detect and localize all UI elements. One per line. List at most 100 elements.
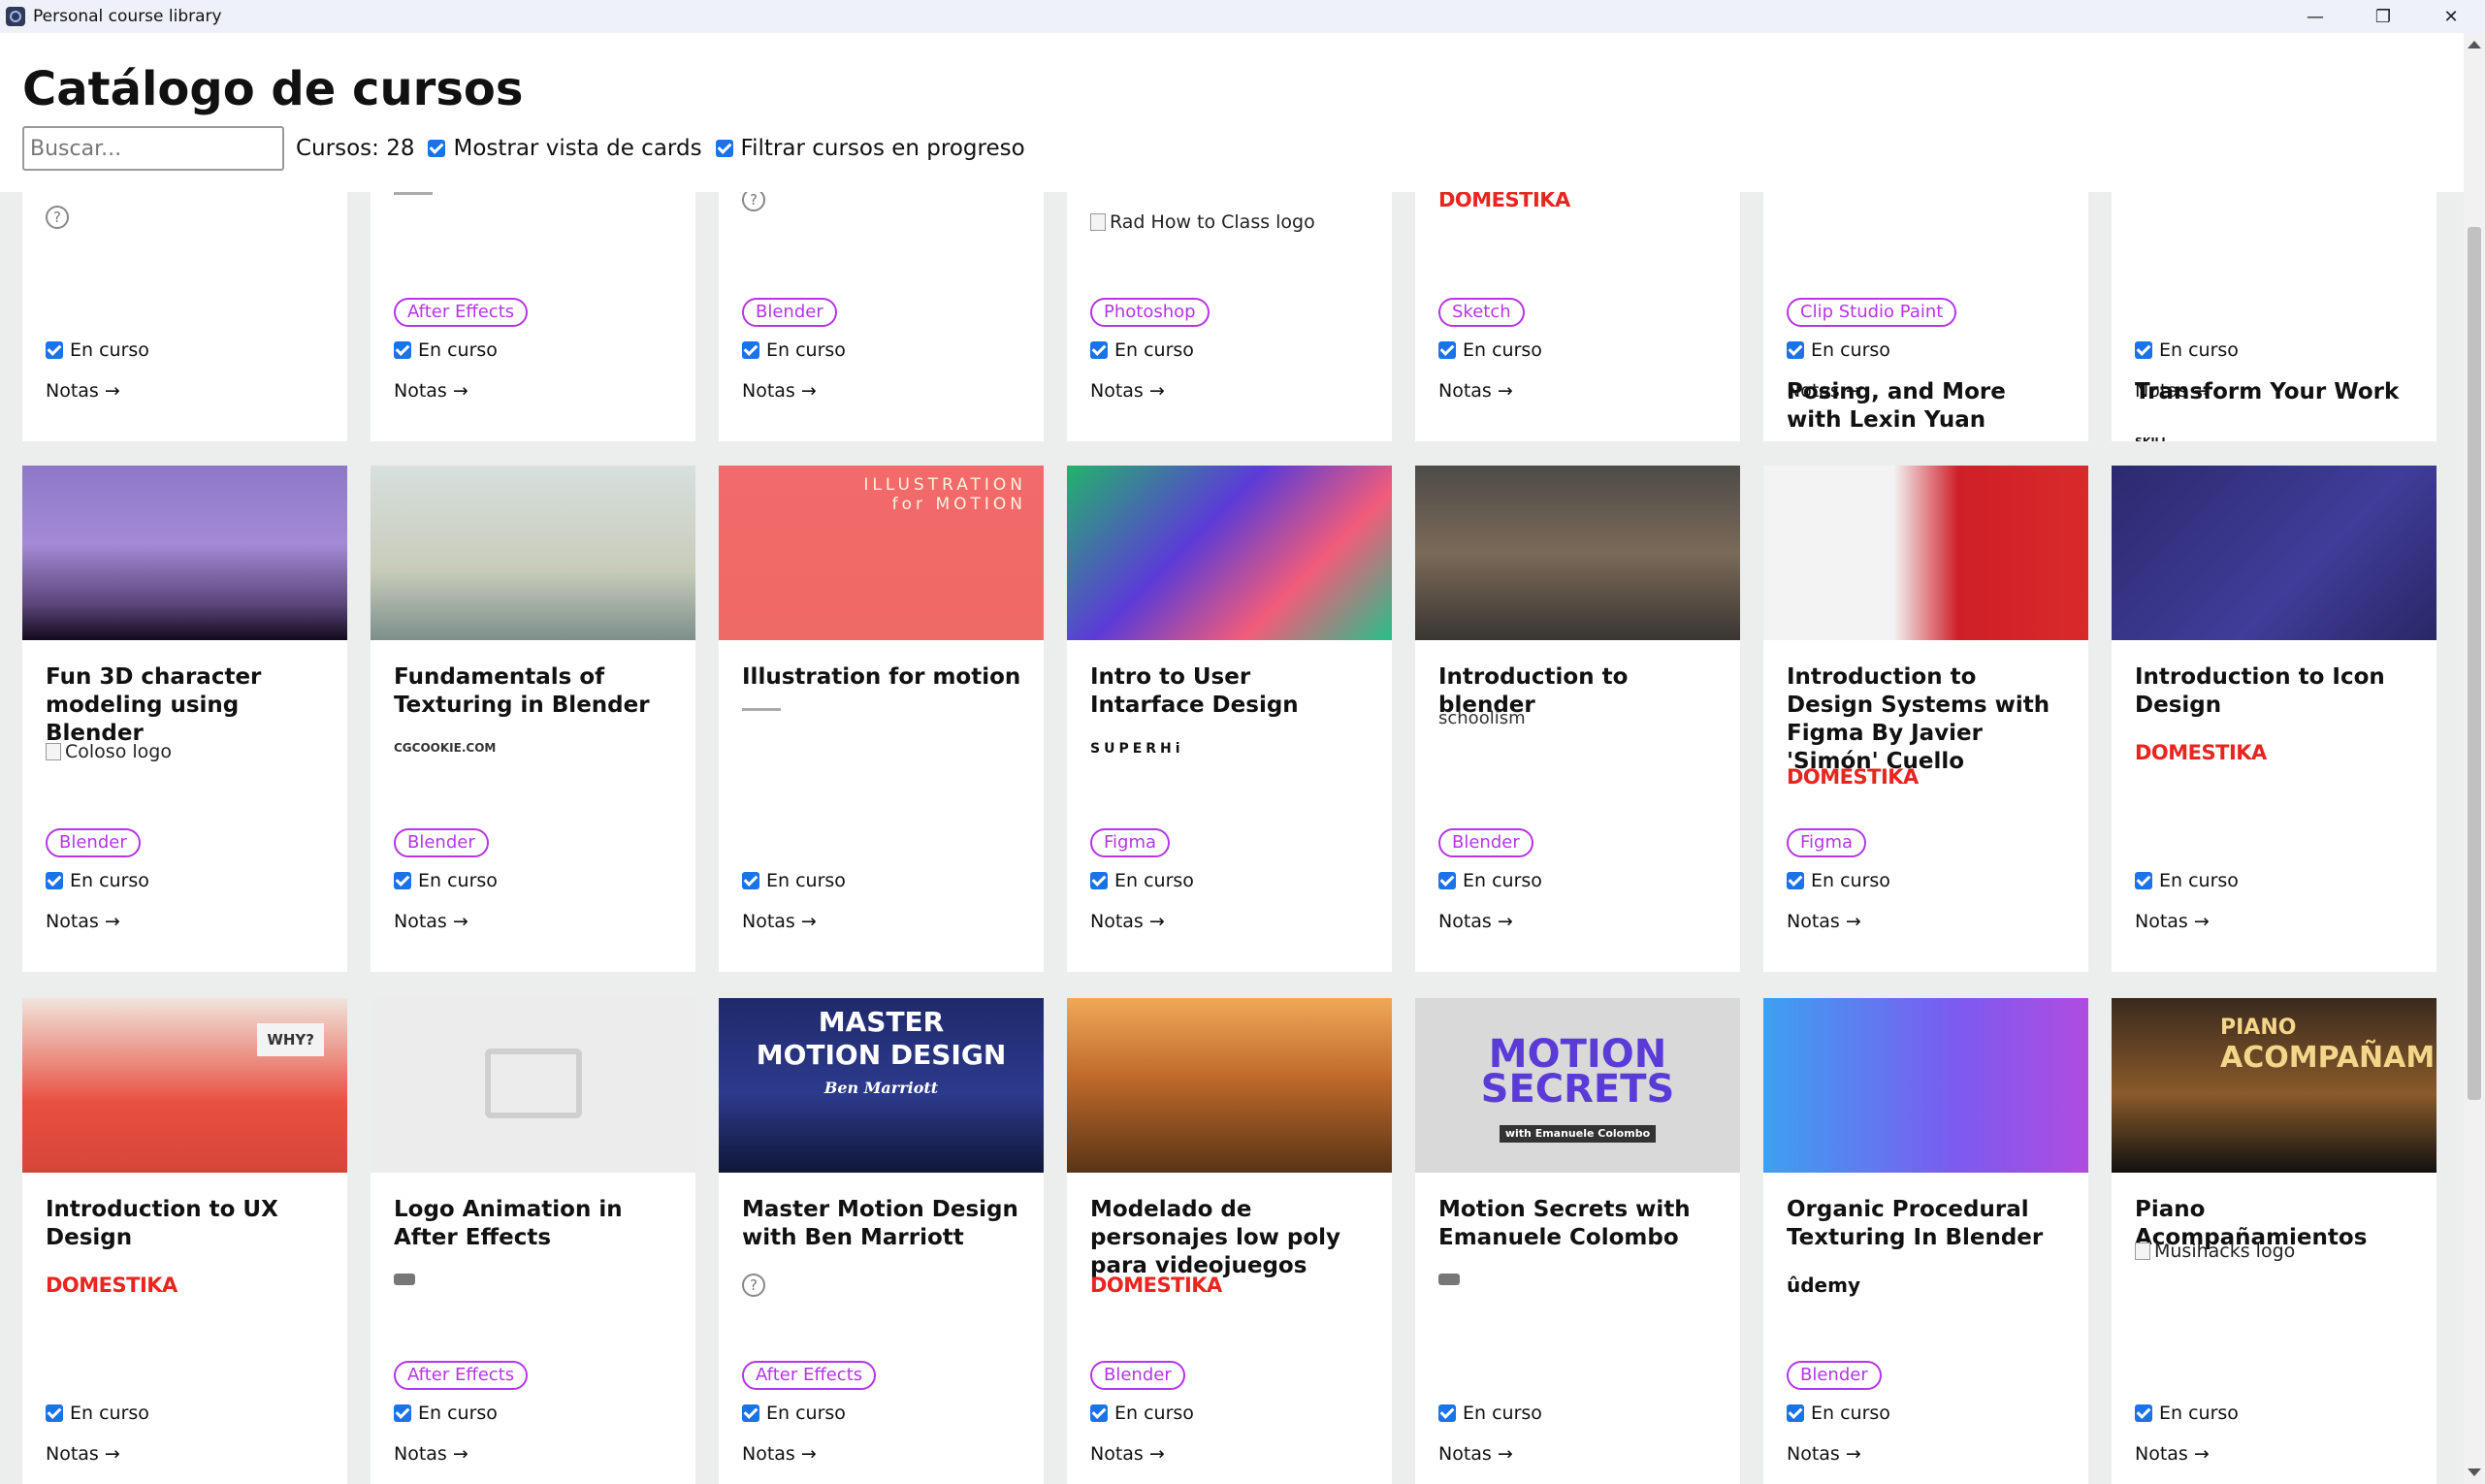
course-title[interactable]: Master Motion Design with Ben Marriott	[742, 1196, 1023, 1252]
course-card[interactable]: Transform Your WorkSKILL share.En cursoN…	[2112, 192, 2437, 441]
notes-link[interactable]: Notas →	[1438, 380, 1513, 402]
in-progress-checkbox[interactable]	[1438, 1404, 1456, 1422]
in-progress-toggle[interactable]: En curso	[1787, 870, 1890, 891]
software-tag[interactable]: Blender	[46, 828, 141, 857]
course-card[interactable]: ILLUSTRATION for MOTION Illustration for m…	[719, 466, 1044, 972]
course-thumbnail[interactable]: MASTER MOTION DESIGN Ben Marriott	[719, 998, 1044, 1173]
notes-link[interactable]: Notas →	[394, 911, 468, 932]
software-tag[interactable]: Blender	[1787, 1361, 1882, 1390]
course-thumbnail[interactable]	[1067, 998, 1392, 1173]
search-input[interactable]	[22, 126, 284, 171]
card-view-checkbox[interactable]	[428, 140, 446, 157]
notes-link[interactable]: Notas →	[742, 380, 817, 402]
course-thumbnail[interactable]	[2112, 466, 2437, 640]
in-progress-toggle[interactable]: En curso	[46, 870, 149, 891]
in-progress-toggle[interactable]: En curso	[46, 339, 149, 361]
notes-link[interactable]: Notas →	[46, 380, 120, 402]
in-progress-toggle[interactable]: En curso	[394, 870, 498, 891]
course-thumbnail[interactable]	[1067, 466, 1392, 640]
course-card[interactable]: WHY? Introduction to UX Design DOMESTIKA En…	[22, 998, 347, 1484]
course-thumbnail[interactable]	[1763, 998, 2088, 1173]
course-card[interactable]: Organic Procedural Texturing In Blender û…	[1763, 998, 2088, 1484]
software-tag[interactable]: Blender	[742, 298, 837, 327]
in-progress-checkbox[interactable]	[394, 1404, 411, 1422]
notes-link[interactable]: Notas →	[1787, 380, 1861, 402]
software-tag[interactable]: Blender	[1090, 1361, 1185, 1390]
notes-link[interactable]: Notas →	[1438, 911, 1513, 932]
in-progress-toggle[interactable]: En curso	[742, 870, 846, 891]
in-progress-toggle[interactable]: En curso	[1090, 339, 1194, 361]
course-card[interactable]: Introduction to blender schoolism Blender E…	[1415, 466, 1740, 972]
course-card[interactable]: MASTER MOTION DESIGN Ben Marriott Master Mo…	[719, 998, 1044, 1484]
in-progress-checkbox[interactable]	[46, 1404, 63, 1422]
in-progress-checkbox[interactable]	[46, 872, 63, 889]
course-card[interactable]: Intro to User Intarface Design SUPERHi Fig…	[1067, 466, 1392, 972]
in-progress-checkbox[interactable]	[1090, 341, 1108, 359]
notes-link[interactable]: Notas →	[742, 1443, 817, 1465]
in-progress-checkbox[interactable]	[1787, 1404, 1804, 1422]
course-card[interactable]: MOTION SECRETS with Emanuele Colombo Motion…	[1415, 998, 1740, 1484]
course-thumbnail[interactable]	[22, 466, 347, 640]
vertical-scrollbar[interactable]	[2464, 33, 2485, 1484]
in-progress-checkbox[interactable]	[1438, 341, 1456, 359]
course-card[interactable]: DOMESTIKA Sketch En curso Notas →	[1415, 192, 1740, 441]
notes-link[interactable]: Notas →	[1090, 911, 1165, 932]
course-title[interactable]: Logo Animation in After Effects	[394, 1196, 675, 1252]
in-progress-checkbox[interactable]	[2135, 872, 2152, 889]
course-thumbnail[interactable]: PIANOACOMPAÑAMIENTOS	[2112, 998, 2437, 1173]
in-progress-checkbox[interactable]	[1090, 872, 1108, 889]
course-card[interactable]: Fundamentals of Texturing in Blender CGCO…	[371, 466, 695, 972]
in-progress-checkbox[interactable]	[1787, 872, 1804, 889]
in-progress-checkbox[interactable]	[1787, 341, 1804, 359]
in-progress-toggle[interactable]: En curso	[2135, 1403, 2239, 1424]
course-title[interactable]: Modelado de personajes low poly para vid…	[1090, 1196, 1372, 1280]
in-progress-toggle[interactable]: En curso	[394, 1403, 498, 1424]
course-title[interactable]: Introduction to Design Systems with Figm…	[1787, 663, 2068, 776]
in-progress-checkbox[interactable]	[46, 341, 63, 359]
scroll-down-icon[interactable]	[2468, 1468, 2481, 1476]
notes-link[interactable]: Notas →	[1090, 1443, 1165, 1465]
in-progress-checkbox[interactable]	[1438, 872, 1456, 889]
in-progress-toggle[interactable]: En curso	[1438, 339, 1542, 361]
in-progress-checkbox[interactable]	[394, 872, 411, 889]
software-tag[interactable]: Blender	[1438, 828, 1533, 857]
notes-link[interactable]: Notas →	[394, 380, 468, 402]
in-progress-toggle[interactable]: En curso	[1438, 1403, 1542, 1424]
software-tag[interactable]: Figma	[1787, 828, 1867, 857]
course-card[interactable]: Rad How to Class logo Photoshop En curso No…	[1067, 192, 1392, 441]
course-thumbnail[interactable]	[371, 466, 695, 640]
course-thumbnail[interactable]	[1763, 466, 2088, 640]
restore-icon[interactable]: ❐	[2349, 0, 2417, 33]
notes-link[interactable]: Notas →	[2135, 911, 2210, 932]
in-progress-toggle[interactable]: En curso	[1090, 870, 1194, 891]
software-tag[interactable]: After Effects	[742, 1361, 877, 1390]
in-progress-checkbox[interactable]	[2135, 1404, 2152, 1422]
notes-link[interactable]: Notas →	[742, 911, 817, 932]
course-thumbnail[interactable]: MOTION SECRETS with Emanuele Colombo	[1415, 998, 1740, 1173]
course-thumbnail[interactable]	[371, 998, 695, 1173]
notes-link[interactable]: Notas →	[1090, 380, 1165, 402]
course-thumbnail[interactable]: WHY?	[22, 998, 347, 1173]
course-title[interactable]: Fun 3D character modeling using Blender	[46, 663, 327, 748]
course-card[interactable]: Logo Animation in After Effects After Eff…	[371, 998, 695, 1484]
toggle-progress-filter[interactable]: Filtrar cursos en progreso	[715, 136, 1025, 161]
scroll-thumb[interactable]	[2468, 227, 2481, 1100]
minimize-icon[interactable]: —	[2281, 0, 2349, 33]
notes-link[interactable]: Notas →	[2135, 380, 2210, 402]
in-progress-toggle[interactable]: En curso	[742, 339, 846, 361]
in-progress-checkbox[interactable]	[2135, 341, 2152, 359]
notes-link[interactable]: Notas →	[2135, 1443, 2210, 1465]
in-progress-checkbox[interactable]	[742, 1404, 759, 1422]
course-title[interactable]: Intro to User Intarface Design	[1090, 663, 1372, 720]
in-progress-checkbox[interactable]	[1090, 1404, 1108, 1422]
software-tag[interactable]: After Effects	[394, 298, 529, 327]
close-icon[interactable]: ✕	[2417, 0, 2485, 33]
in-progress-toggle[interactable]: En curso	[1787, 1403, 1890, 1424]
scroll-up-icon[interactable]	[2468, 41, 2481, 48]
progress-filter-checkbox[interactable]	[715, 140, 733, 157]
in-progress-toggle[interactable]: En curso	[742, 1403, 846, 1424]
course-title[interactable]: Introduction to UX Design	[46, 1196, 327, 1252]
in-progress-toggle[interactable]: En curso	[1438, 870, 1542, 891]
in-progress-toggle[interactable]: En curso	[2135, 339, 2239, 361]
course-card[interactable]: Fun 3D character modeling using Blender C…	[22, 466, 347, 972]
